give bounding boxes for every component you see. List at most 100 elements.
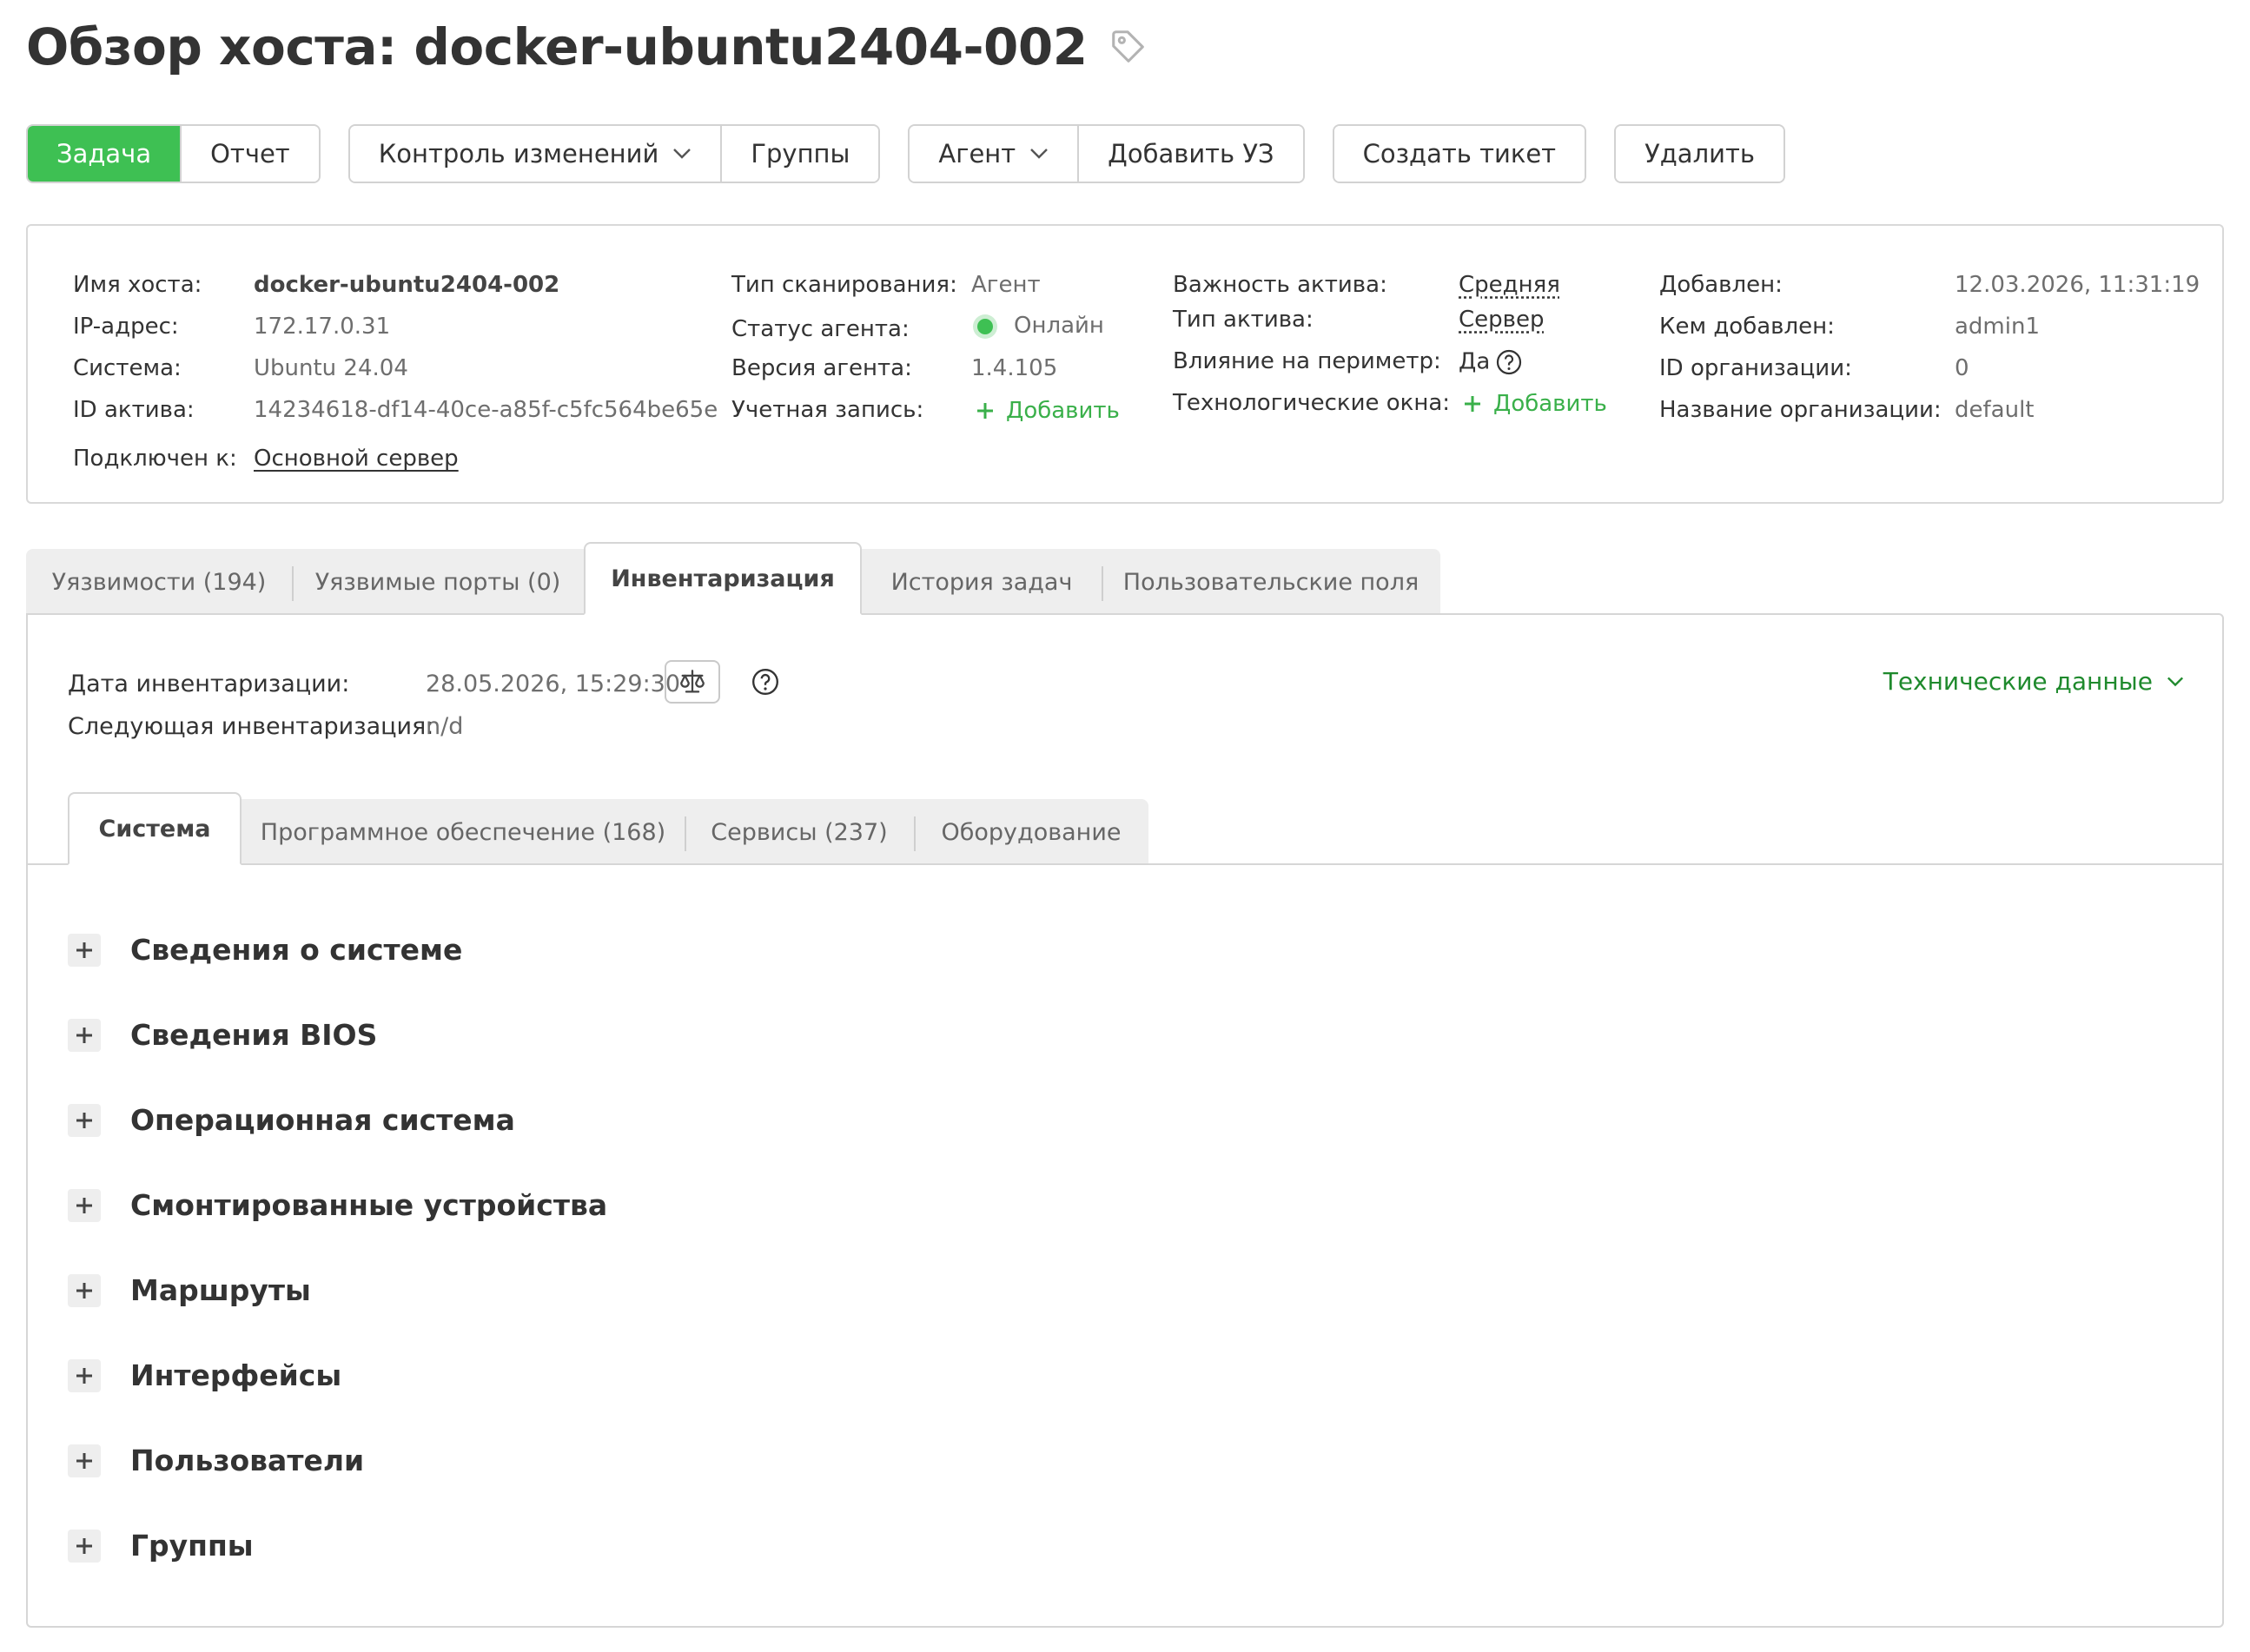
agent-group: Агент Добавить УЗ [908,124,1305,183]
section-interfaces[interactable]: Интерфейсы [68,1358,341,1392]
scan-type-value: Агент [971,272,1041,298]
task-button[interactable]: Задача [28,126,181,182]
section-title: Сведения BIOS [130,1018,378,1052]
expand-icon [68,933,101,967]
host-name-value: docker-ubuntu2404-002 [254,272,560,298]
help-icon[interactable] [751,667,780,697]
inventory-subtabs: Система Программное обеспечение (168) Се… [68,792,1148,865]
importance-label: Важность актива: [1173,272,1387,298]
tech-data-toggle[interactable]: Технические данные [1883,667,2184,696]
section-title: Группы [130,1529,254,1563]
tag-icon[interactable] [1108,27,1148,67]
org-id-label: ID организации: [1659,355,1852,381]
added-by-value: admin1 [1955,314,2041,340]
section-title: Интерфейсы [130,1358,342,1392]
create-ticket-button[interactable]: Создать тикет [1333,126,1585,182]
tech-data-label: Технические данные [1883,667,2153,696]
subtab-system[interactable]: Система [68,792,242,865]
add-tech-window-label: Добавить [1493,391,1607,417]
tab-custom-fields[interactable]: Пользовательские поля [1102,549,1440,615]
inventory-date-value: 28.05.2026, 15:29:30 [426,671,681,697]
task-report-group: Задача Отчет [26,124,321,183]
main-tabs: Уязвимости (194) Уязвимые порты (0) Инве… [26,542,1440,615]
ip-value: 172.17.0.31 [254,314,391,340]
agent-dropdown[interactable]: Агент [910,126,1078,182]
help-icon[interactable] [1495,348,1523,376]
agent-status-label: Статус агента: [731,316,910,342]
plus-icon [1465,396,1480,412]
expand-icon [68,1358,101,1392]
tab-task-history[interactable]: История задач [862,549,1102,615]
inventory-date-label: Дата инвентаризации: [68,671,350,697]
expand-icon [68,1529,101,1563]
section-title: Маршруты [130,1273,311,1307]
system-label: Система: [73,355,182,381]
section-bios[interactable]: Сведения BIOS [68,1018,377,1052]
perimeter-text: Да [1459,348,1491,375]
subtab-software[interactable]: Программное обеспечение (168) [242,799,685,865]
connected-server-link[interactable]: Основной сервер [254,446,459,472]
tab-inventory[interactable]: Инвентаризация [584,542,862,615]
section-title: Смонтированные устройства [130,1188,608,1222]
add-tech-window-link[interactable]: Добавить [1464,391,1607,417]
ip-label: IP-адрес: [73,314,179,340]
section-routes[interactable]: Маршруты [68,1273,311,1307]
perimeter-label: Влияние на периметр: [1173,348,1441,374]
subtab-hardware[interactable]: Оборудование [914,799,1148,865]
add-account-button[interactable]: Добавить УЗ [1077,126,1303,182]
change-control-label: Контроль изменений [378,139,659,169]
add-account-label: Добавить [1006,398,1120,424]
perimeter-value: Да [1459,348,1523,376]
section-mounted-devices[interactable]: Смонтированные устройства [68,1188,607,1222]
asset-id-label: ID актива: [73,397,195,423]
added-value: 12.03.2026, 11:31:19 [1955,272,2200,298]
groups-button[interactable]: Группы [720,126,879,182]
importance-value[interactable]: Средняя [1459,272,1560,298]
expand-icon [68,1188,101,1222]
section-users[interactable]: Пользователи [68,1444,364,1477]
delete-group: Удалить [1614,124,1785,183]
org-name-value: default [1955,397,2035,423]
asset-id-value: 14234618-df14-40ce-a85f-c5fc564be65e [254,397,718,423]
tab-vulnerabilities[interactable]: Уязвимости (194) [26,549,292,615]
org-id-value: 0 [1955,355,1969,381]
inventory-panel: Дата инвентаризации: 28.05.2026, 15:29:3… [26,613,2224,1628]
compare-button[interactable] [665,660,720,704]
added-label: Добавлен: [1659,272,1783,298]
expand-icon [68,1103,101,1137]
org-name-label: Название организации: [1659,397,1942,423]
expand-icon [68,1444,101,1477]
section-title: Сведения о системе [130,933,463,967]
scales-icon [680,670,705,693]
chevron-down-icon [673,149,692,159]
change-control-dropdown[interactable]: Контроль изменений [349,126,721,182]
subtab-services[interactable]: Сервисы (237) [685,799,914,865]
section-title: Пользователи [130,1444,365,1477]
agent-version-value: 1.4.105 [971,355,1058,381]
add-account-link[interactable]: Добавить [976,398,1120,424]
connected-label: Подключен к: [73,446,237,472]
agent-status-value: Онлайн [1014,313,1104,339]
tab-vulnerable-ports[interactable]: Уязвимые порты (0) [292,549,584,615]
section-groups[interactable]: Группы [68,1529,254,1563]
next-inventory-label: Следующая инвентаризация: [68,713,434,740]
tech-windows-label: Технологические окна: [1173,390,1451,416]
host-name-label: Имя хоста: [73,272,202,298]
expand-icon [68,1018,101,1052]
change-control-group: Контроль изменений Группы [347,124,881,183]
section-system-info[interactable]: Сведения о системе [68,933,462,967]
ticket-group: Создать тикет [1332,124,1587,183]
agent-label: Агент [938,139,1016,169]
section-os[interactable]: Операционная система [68,1103,515,1137]
system-value: Ubuntu 24.04 [254,355,408,381]
asset-type-label: Тип актива: [1173,307,1314,333]
report-button[interactable]: Отчет [180,126,319,182]
delete-button[interactable]: Удалить [1616,126,1783,182]
agent-status: Онлайн [977,313,1104,339]
section-title: Операционная система [130,1103,515,1137]
account-label: Учетная запись: [731,397,924,423]
next-inventory-value: n/d [426,713,464,740]
host-info-card: Имя хоста: docker-ubuntu2404-002 IP-адре… [26,224,2224,504]
plus-icon [977,403,993,419]
asset-type-value[interactable]: Сервер [1459,307,1544,333]
